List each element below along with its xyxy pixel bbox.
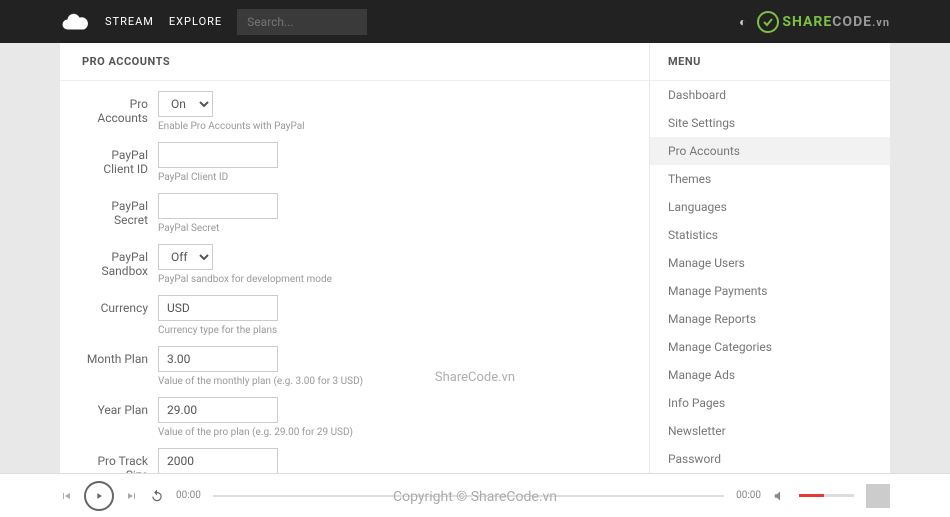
nav-explore[interactable]: EXPLORE xyxy=(169,15,222,28)
sidebar-item-manage-reports[interactable]: Manage Reports xyxy=(650,305,890,333)
year-plan-label: Year Plan xyxy=(82,397,158,438)
sidebar-item-languages[interactable]: Languages xyxy=(650,193,890,221)
sidebar-item-info-pages[interactable]: Info Pages xyxy=(650,389,890,417)
sidebar-menu: MENU DashboardSite SettingsPro AccountsT… xyxy=(650,43,890,473)
sidebar-item-manage-payments[interactable]: Manage Payments xyxy=(650,277,890,305)
secret-hint: PayPal Secret xyxy=(158,223,627,234)
sidebar-item-newsletter[interactable]: Newsletter xyxy=(650,417,890,445)
user-icon[interactable]: ◐ xyxy=(739,15,746,29)
currency-hint: Currency type for the plans xyxy=(158,325,627,336)
sandbox-hint: PayPal sandbox for development mode xyxy=(158,274,627,285)
time-total: 00:00 xyxy=(736,490,761,501)
sidebar-item-manage-categories[interactable]: Manage Categories xyxy=(650,333,890,361)
repeat-button[interactable] xyxy=(150,489,164,503)
settings-form: Pro Accounts On Enable Pro Accounts with… xyxy=(60,81,649,473)
client-id-hint: PayPal Client ID xyxy=(158,172,627,183)
time-current: 00:00 xyxy=(176,490,201,501)
volume-icon[interactable] xyxy=(773,489,787,503)
search-input[interactable] xyxy=(237,9,367,35)
year-plan-hint: Value of the pro plan (e.g. 29.00 for 29… xyxy=(158,427,627,438)
pro-accounts-select[interactable]: On xyxy=(158,91,213,117)
sidebar-item-manage-users[interactable]: Manage Users xyxy=(650,249,890,277)
sidebar-item-site-settings[interactable]: Site Settings xyxy=(650,109,890,137)
track-size-label: Pro Track Size xyxy=(82,448,158,473)
pro-accounts-hint: Enable Pro Accounts with PayPal xyxy=(158,121,627,132)
sandbox-label: PayPal Sandbox xyxy=(82,244,158,285)
sidebar-item-dashboard[interactable]: Dashboard xyxy=(650,81,890,109)
play-button[interactable] xyxy=(84,481,114,511)
currency-label: Currency xyxy=(82,295,158,336)
sidebar-item-password[interactable]: Password xyxy=(650,445,890,473)
main-panel: PRO ACCOUNTS Pro Accounts On Enable Pro … xyxy=(60,43,649,473)
sidebar-item-statistics[interactable]: Statistics xyxy=(650,221,890,249)
month-plan-label: Month Plan xyxy=(82,346,158,387)
client-id-label: PayPal Client ID xyxy=(82,142,158,183)
client-id-input[interactable] xyxy=(158,142,278,168)
secret-label: PayPal Secret xyxy=(82,193,158,234)
progress-bar[interactable] xyxy=(213,495,724,497)
secret-input[interactable] xyxy=(158,193,278,219)
volume-bar[interactable] xyxy=(799,494,854,497)
nav-stream[interactable]: STREAM xyxy=(105,15,154,28)
sandbox-select[interactable]: Off xyxy=(158,244,213,270)
panel-title: PRO ACCOUNTS xyxy=(60,43,649,81)
previous-button[interactable] xyxy=(60,490,72,502)
sidebar-item-pro-accounts[interactable]: Pro Accounts xyxy=(650,137,890,165)
audio-player-bar: 00:00 00:00 xyxy=(0,473,950,517)
next-button[interactable] xyxy=(126,490,138,502)
cloud-logo-icon xyxy=(60,7,90,37)
app-header: STREAM EXPLORE ◐ SHARECODE.vn xyxy=(0,0,950,43)
pro-accounts-label: Pro Accounts xyxy=(82,91,158,132)
year-plan-input[interactable] xyxy=(158,397,278,423)
month-plan-input[interactable] xyxy=(158,346,278,372)
sidebar-title: MENU xyxy=(650,43,890,81)
track-thumbnail xyxy=(866,484,890,508)
track-size-input[interactable] xyxy=(158,448,278,473)
currency-input[interactable] xyxy=(158,295,278,321)
sidebar-item-manage-ads[interactable]: Manage Ads xyxy=(650,361,890,389)
sidebar-item-themes[interactable]: Themes xyxy=(650,165,890,193)
sharecode-logo: SHARECODE.vn xyxy=(756,10,890,34)
month-plan-hint: Value of the monthly plan (e.g. 3.00 for… xyxy=(158,376,627,387)
